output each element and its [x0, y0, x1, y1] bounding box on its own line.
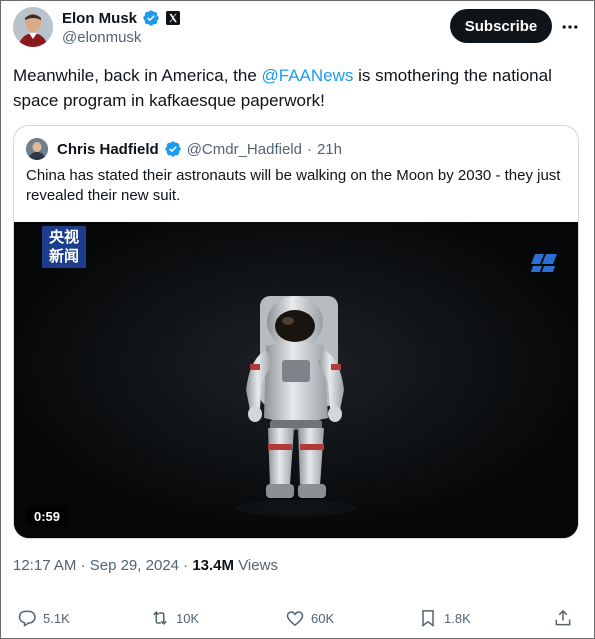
like-count: 60K: [311, 610, 335, 626]
share-icon: [555, 609, 571, 626]
repost-count: 10K: [176, 610, 200, 626]
repost-icon: [153, 611, 167, 625]
reply-icon: [18, 610, 36, 627]
share-button[interactable]: [553, 605, 573, 631]
more-icon[interactable]: [558, 15, 582, 39]
x-logo-icon: [165, 10, 181, 26]
quoted-tweet-time[interactable]: 21h: [317, 141, 342, 158]
author-name[interactable]: Elon Musk: [62, 10, 137, 27]
views-count[interactable]: 13.4M: [192, 557, 234, 574]
tweet-text-before: Meanwhile, back in America, the: [13, 66, 262, 85]
verified-icon: [164, 140, 182, 158]
verified-icon: [142, 9, 160, 27]
bookmark-icon: [422, 610, 434, 627]
repost-button[interactable]: 10K: [150, 605, 199, 631]
quoted-author-handle[interactable]: @Cmdr_Hadfield: [187, 141, 302, 158]
tweet-card: Elon Musk @elonmusk Subscribe Meanwhile,…: [0, 0, 595, 639]
separator-dot: ·: [183, 557, 189, 574]
cms-logo-icon: [531, 254, 557, 272]
quoted-tweet-header: Chris Hadfield @Cmdr_Hadfield · 21h: [26, 138, 342, 160]
tweet-header: Elon Musk @elonmusk Subscribe: [13, 7, 584, 51]
tweet-meta: 12:17 AM · Sep 29, 2024 · 13.4M Views: [13, 557, 278, 574]
tweet-date[interactable]: Sep 29, 2024: [90, 557, 179, 574]
quoted-tweet[interactable]: Chris Hadfield @Cmdr_Hadfield · 21h Chin…: [13, 125, 579, 539]
separator-dot: ·: [80, 557, 86, 574]
views-label: Views: [238, 557, 278, 574]
action-bar: 5.1K 10K 60K 1.8K: [1, 605, 594, 631]
bookmark-count: 1.8K: [444, 610, 471, 626]
reply-count: 5.1K: [43, 610, 70, 626]
author-handle[interactable]: @elonmusk: [62, 29, 141, 46]
tweet-time[interactable]: 12:17 AM: [13, 557, 76, 574]
logo-line-1: 央视: [48, 228, 79, 246]
logo-line-2: 新闻: [48, 247, 79, 265]
quoted-author-avatar[interactable]: [26, 138, 48, 160]
quoted-author-name[interactable]: Chris Hadfield: [57, 141, 159, 158]
video-frame-image: [14, 222, 578, 538]
video-player[interactable]: 央视 新闻 0:59: [14, 222, 578, 538]
author-name-row: Elon Musk: [62, 9, 181, 27]
mention-link[interactable]: @FAANews: [262, 66, 354, 85]
cctv-news-logo: 央视 新闻: [42, 226, 86, 268]
separator-dot: ·: [306, 140, 312, 158]
bookmark-button[interactable]: 1.8K: [418, 605, 471, 631]
tweet-text: Meanwhile, back in America, the @FAANews…: [13, 63, 583, 113]
reply-button[interactable]: 5.1K: [17, 605, 70, 631]
like-button[interactable]: 60K: [285, 605, 334, 631]
author-avatar[interactable]: [13, 7, 53, 47]
subscribe-button[interactable]: Subscribe: [450, 9, 552, 43]
video-duration: 0:59: [26, 506, 69, 526]
like-icon: [286, 611, 304, 627]
quoted-tweet-text: China has stated their astronauts will b…: [26, 167, 561, 204]
